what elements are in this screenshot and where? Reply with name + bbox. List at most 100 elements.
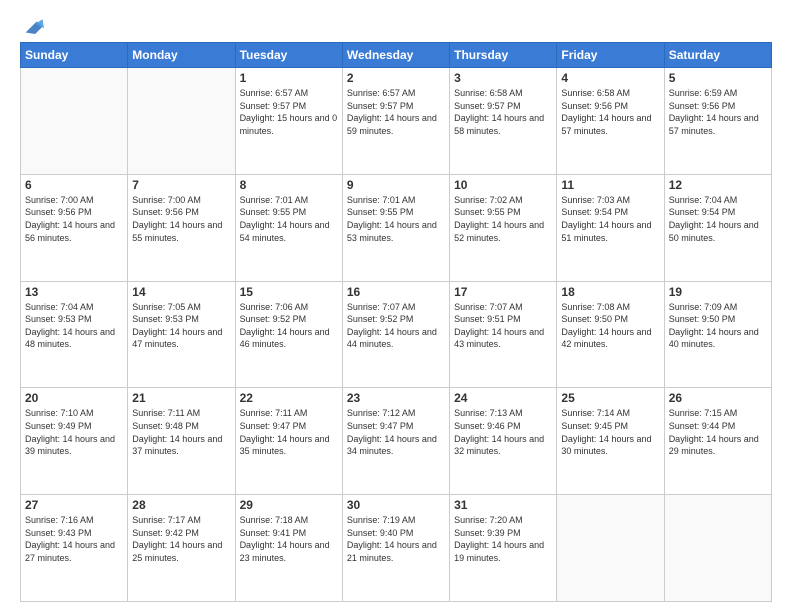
day-number: 12 — [669, 178, 767, 192]
logo — [20, 16, 44, 34]
day-number: 5 — [669, 71, 767, 85]
weekday-header: Wednesday — [342, 43, 449, 68]
calendar-day-cell: 11 Sunrise: 7:03 AMSunset: 9:54 PMDayligh… — [557, 174, 664, 281]
day-number: 20 — [25, 391, 123, 405]
day-number: 22 — [240, 391, 338, 405]
day-info: Sunrise: 7:07 AMSunset: 9:51 PMDaylight:… — [454, 301, 552, 351]
calendar-day-cell — [664, 495, 771, 602]
calendar-day-cell: 9 Sunrise: 7:01 AMSunset: 9:55 PMDaylight… — [342, 174, 449, 281]
day-info: Sunrise: 7:19 AMSunset: 9:40 PMDaylight:… — [347, 514, 445, 564]
day-number: 18 — [561, 285, 659, 299]
calendar-day-cell: 20 Sunrise: 7:10 AMSunset: 9:49 PMDayligh… — [21, 388, 128, 495]
day-info: Sunrise: 7:00 AMSunset: 9:56 PMDaylight:… — [25, 194, 123, 244]
calendar-day-cell: 3 Sunrise: 6:58 AMSunset: 9:57 PMDaylight… — [450, 68, 557, 175]
calendar-day-cell: 8 Sunrise: 7:01 AMSunset: 9:55 PMDaylight… — [235, 174, 342, 281]
day-number: 4 — [561, 71, 659, 85]
day-info: Sunrise: 6:58 AMSunset: 9:56 PMDaylight:… — [561, 87, 659, 137]
day-number: 25 — [561, 391, 659, 405]
calendar-day-cell: 27 Sunrise: 7:16 AMSunset: 9:43 PMDayligh… — [21, 495, 128, 602]
calendar-header-row: SundayMondayTuesdayWednesdayThursdayFrid… — [21, 43, 772, 68]
day-info: Sunrise: 7:14 AMSunset: 9:45 PMDaylight:… — [561, 407, 659, 457]
day-info: Sunrise: 7:03 AMSunset: 9:54 PMDaylight:… — [561, 194, 659, 244]
calendar-day-cell: 16Sunrise: 7:07 AMSunset: 9:52 PMDayligh… — [342, 281, 449, 388]
calendar-day-cell: 6 Sunrise: 7:00 AMSunset: 9:56 PMDaylight… — [21, 174, 128, 281]
day-info: Sunrise: 7:01 AMSunset: 9:55 PMDaylight:… — [347, 194, 445, 244]
weekday-header: Sunday — [21, 43, 128, 68]
calendar-day-cell: 13 Sunrise: 7:04 AMSunset: 9:53 PMDayligh… — [21, 281, 128, 388]
header — [20, 16, 772, 34]
day-info: Sunrise: 7:16 AMSunset: 9:43 PMDaylight:… — [25, 514, 123, 564]
day-info: Sunrise: 7:04 AMSunset: 9:54 PMDaylight:… — [669, 194, 767, 244]
calendar-day-cell: 22 Sunrise: 7:11 AMSunset: 9:47 PMDayligh… — [235, 388, 342, 495]
day-info: Sunrise: 7:18 AMSunset: 9:41 PMDaylight:… — [240, 514, 338, 564]
day-info: Sunrise: 6:57 AMSunset: 9:57 PMDaylight:… — [240, 87, 338, 137]
calendar-day-cell: 7 Sunrise: 7:00 AMSunset: 9:56 PMDaylight… — [128, 174, 235, 281]
day-number: 28 — [132, 498, 230, 512]
calendar-day-cell — [128, 68, 235, 175]
weekday-header: Friday — [557, 43, 664, 68]
day-number: 26 — [669, 391, 767, 405]
day-info: Sunrise: 6:57 AMSunset: 9:57 PMDaylight:… — [347, 87, 445, 137]
day-info: Sunrise: 7:10 AMSunset: 9:49 PMDaylight:… — [25, 407, 123, 457]
day-info: Sunrise: 7:04 AMSunset: 9:53 PMDaylight:… — [25, 301, 123, 351]
calendar-week-row: 13 Sunrise: 7:04 AMSunset: 9:53 PMDayligh… — [21, 281, 772, 388]
day-number: 30 — [347, 498, 445, 512]
calendar-day-cell: 2 Sunrise: 6:57 AMSunset: 9:57 PMDaylight… — [342, 68, 449, 175]
calendar-day-cell: 17 Sunrise: 7:07 AMSunset: 9:51 PMDayligh… — [450, 281, 557, 388]
page: SundayMondayTuesdayWednesdayThursdayFrid… — [0, 0, 792, 612]
calendar-day-cell — [21, 68, 128, 175]
day-info: Sunrise: 7:02 AMSunset: 9:55 PMDaylight:… — [454, 194, 552, 244]
day-number: 23 — [347, 391, 445, 405]
day-info: Sunrise: 6:59 AMSunset: 9:56 PMDaylight:… — [669, 87, 767, 137]
calendar-day-cell: 4 Sunrise: 6:58 AMSunset: 9:56 PMDaylight… — [557, 68, 664, 175]
day-info: Sunrise: 7:00 AMSunset: 9:56 PMDaylight:… — [132, 194, 230, 244]
day-info: Sunrise: 7:11 AMSunset: 9:47 PMDaylight:… — [240, 407, 338, 457]
weekday-header: Thursday — [450, 43, 557, 68]
day-number: 8 — [240, 178, 338, 192]
day-number: 11 — [561, 178, 659, 192]
calendar-table: SundayMondayTuesdayWednesdayThursdayFrid… — [20, 42, 772, 602]
day-info: Sunrise: 7:07 AMSunset: 9:52 PMDaylight:… — [347, 301, 445, 351]
day-info: Sunrise: 7:17 AMSunset: 9:42 PMDaylight:… — [132, 514, 230, 564]
day-number: 1 — [240, 71, 338, 85]
calendar-week-row: 20 Sunrise: 7:10 AMSunset: 9:49 PMDayligh… — [21, 388, 772, 495]
day-info: Sunrise: 7:20 AMSunset: 9:39 PMDaylight:… — [454, 514, 552, 564]
day-number: 15 — [240, 285, 338, 299]
day-number: 17 — [454, 285, 552, 299]
calendar-day-cell: 26Sunrise: 7:15 AMSunset: 9:44 PMDayligh… — [664, 388, 771, 495]
calendar-day-cell: 23 Sunrise: 7:12 AMSunset: 9:47 PMDayligh… — [342, 388, 449, 495]
day-number: 19 — [669, 285, 767, 299]
weekday-header: Tuesday — [235, 43, 342, 68]
day-number: 7 — [132, 178, 230, 192]
day-number: 21 — [132, 391, 230, 405]
day-info: Sunrise: 7:13 AMSunset: 9:46 PMDaylight:… — [454, 407, 552, 457]
day-info: Sunrise: 7:12 AMSunset: 9:47 PMDaylight:… — [347, 407, 445, 457]
calendar-day-cell: 28 Sunrise: 7:17 AMSunset: 9:42 PMDayligh… — [128, 495, 235, 602]
day-info: Sunrise: 6:58 AMSunset: 9:57 PMDaylight:… — [454, 87, 552, 137]
calendar-day-cell: 15 Sunrise: 7:06 AMSunset: 9:52 PMDayligh… — [235, 281, 342, 388]
day-number: 3 — [454, 71, 552, 85]
calendar-day-cell: 24 Sunrise: 7:13 AMSunset: 9:46 PMDayligh… — [450, 388, 557, 495]
day-number: 10 — [454, 178, 552, 192]
day-number: 14 — [132, 285, 230, 299]
day-info: Sunrise: 7:05 AMSunset: 9:53 PMDaylight:… — [132, 301, 230, 351]
calendar-day-cell: 31Sunrise: 7:20 AMSunset: 9:39 PMDayligh… — [450, 495, 557, 602]
calendar-day-cell: 12 Sunrise: 7:04 AMSunset: 9:54 PMDayligh… — [664, 174, 771, 281]
day-number: 6 — [25, 178, 123, 192]
day-info: Sunrise: 7:01 AMSunset: 9:55 PMDaylight:… — [240, 194, 338, 244]
day-info: Sunrise: 7:08 AMSunset: 9:50 PMDaylight:… — [561, 301, 659, 351]
calendar-day-cell: 14 Sunrise: 7:05 AMSunset: 9:53 PMDayligh… — [128, 281, 235, 388]
day-number: 29 — [240, 498, 338, 512]
calendar-day-cell: 21 Sunrise: 7:11 AMSunset: 9:48 PMDayligh… — [128, 388, 235, 495]
day-info: Sunrise: 7:06 AMSunset: 9:52 PMDaylight:… — [240, 301, 338, 351]
day-number: 9 — [347, 178, 445, 192]
day-number: 27 — [25, 498, 123, 512]
day-number: 24 — [454, 391, 552, 405]
day-number: 13 — [25, 285, 123, 299]
calendar-day-cell: 29 Sunrise: 7:18 AMSunset: 9:41 PMDayligh… — [235, 495, 342, 602]
calendar-day-cell — [557, 495, 664, 602]
day-number: 2 — [347, 71, 445, 85]
day-info: Sunrise: 7:11 AMSunset: 9:48 PMDaylight:… — [132, 407, 230, 457]
weekday-header: Monday — [128, 43, 235, 68]
weekday-header: Saturday — [664, 43, 771, 68]
